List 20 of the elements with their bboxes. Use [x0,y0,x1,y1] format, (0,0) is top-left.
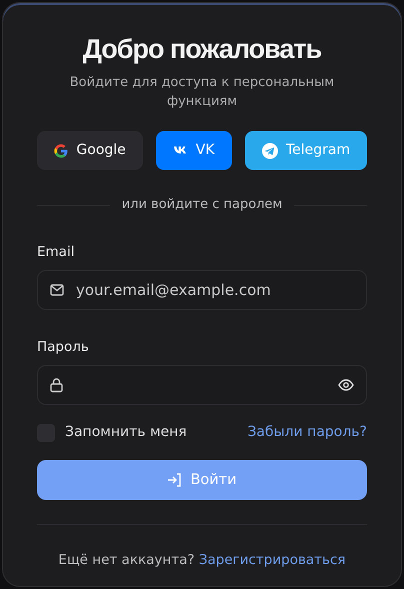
vk-button[interactable]: VK [156,131,232,170]
login-icon [167,473,182,488]
google-button[interactable]: Google [37,131,144,170]
lock-icon [50,378,63,393]
signup-prompt: Ещё нет аккаунта? Зарегистрироваться [57,551,347,570]
title: Добро пожаловать [82,33,322,66]
envelope-icon [50,284,64,296]
field-label: Пароль [37,338,90,358]
checkbox-label: Запомнить меня [65,423,187,442]
divider-text: или войдите с паролем [122,196,282,214]
subtitle: Войдите для доступа к персональным функциям [68,74,336,112]
password-field[interactable] [37,365,367,406]
telegram-icon [262,142,278,159]
signup-link[interactable]: Зарегистрироваться [198,552,346,568]
vk-icon [174,146,188,156]
forgot-password-link[interactable]: Забыли пароль? [247,422,367,444]
email-field[interactable]: your.email@example.com [37,270,367,310]
google-icon [54,144,68,158]
field-label: Email [37,242,76,262]
eye-icon[interactable] [338,379,354,392]
